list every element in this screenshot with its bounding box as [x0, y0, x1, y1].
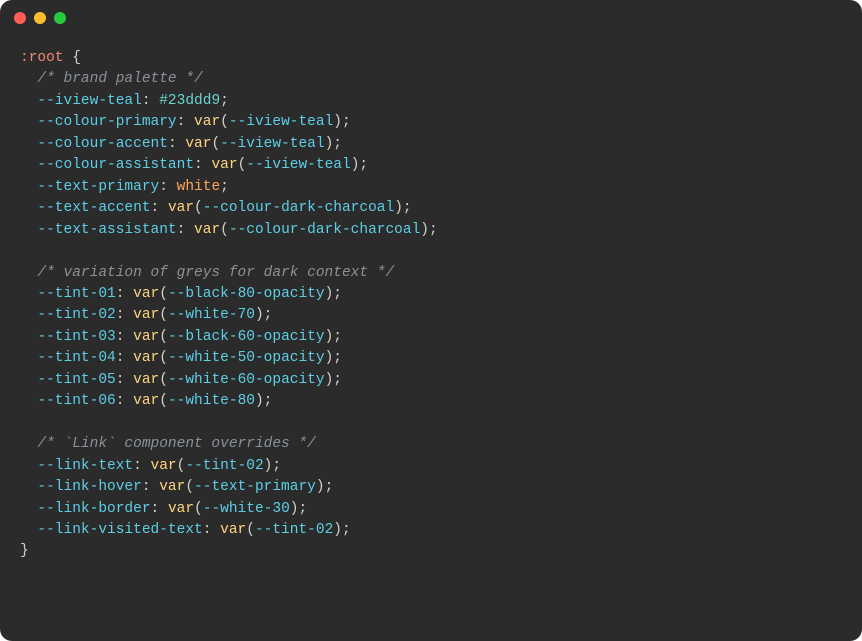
- var-ref-token: --white-60-opacity: [168, 372, 325, 388]
- var-function-token: var: [133, 286, 159, 302]
- var-ref-token: --black-60-opacity: [168, 329, 325, 345]
- declaration-line: --colour-primary: var(--iview-teal);: [20, 112, 842, 133]
- declaration-line: --tint-02: var(--white-70);: [20, 305, 842, 326]
- declaration-line: --tint-01: var(--black-80-opacity);: [20, 284, 842, 305]
- var-function-token: var: [133, 329, 159, 345]
- var-function-token: var: [194, 114, 220, 130]
- blank-line: [20, 241, 842, 262]
- property-token: --iview-teal: [37, 93, 141, 109]
- var-function-token: var: [168, 200, 194, 216]
- comment-token: /* variation of greys for dark context *…: [37, 265, 394, 281]
- declaration-line: --link-hover: var(--text-primary);: [20, 477, 842, 498]
- comment-line: /* `Link` component overrides */: [20, 434, 842, 455]
- declaration-line: --tint-06: var(--white-80);: [20, 391, 842, 412]
- comment-token: /* brand palette */: [37, 71, 202, 87]
- var-ref-token: --colour-dark-charcoal: [203, 200, 394, 216]
- var-function-token: var: [185, 136, 211, 152]
- declaration-line: --text-primary: white;: [20, 177, 842, 198]
- declaration-line: --text-accent: var(--colour-dark-charcoa…: [20, 198, 842, 219]
- property-token: --text-accent: [37, 200, 150, 216]
- var-function-token: var: [159, 479, 185, 495]
- property-token: --link-visited-text: [37, 522, 202, 538]
- var-function-token: var: [133, 350, 159, 366]
- var-function-token: var: [133, 372, 159, 388]
- declaration-line: --link-border: var(--white-30);: [20, 499, 842, 520]
- property-token: --colour-assistant: [37, 157, 194, 173]
- property-token: --tint-02: [37, 307, 115, 323]
- property-token: --tint-05: [37, 372, 115, 388]
- var-function-token: var: [211, 157, 237, 173]
- hex-value-token: #23ddd9: [159, 93, 220, 109]
- close-icon[interactable]: [14, 12, 26, 24]
- declaration-line: --iview-teal: #23ddd9;: [20, 91, 842, 112]
- var-ref-token: --white-80: [168, 393, 255, 409]
- var-ref-token: --white-30: [203, 501, 290, 517]
- var-function-token: var: [194, 222, 220, 238]
- var-ref-token: --text-primary: [194, 479, 316, 495]
- var-ref-token: --iview-teal: [246, 157, 350, 173]
- maximize-icon[interactable]: [54, 12, 66, 24]
- property-token: --tint-04: [37, 350, 115, 366]
- keyword-value-token: white: [177, 179, 221, 195]
- comment-line: /* brand palette */: [20, 69, 842, 90]
- property-token: --text-assistant: [37, 222, 176, 238]
- declaration-line: --tint-04: var(--white-50-opacity);: [20, 348, 842, 369]
- var-function-token: var: [151, 458, 177, 474]
- declaration-line: --tint-03: var(--black-60-opacity);: [20, 327, 842, 348]
- code-line: }: [20, 541, 842, 562]
- var-ref-token: --colour-dark-charcoal: [229, 222, 420, 238]
- code-window: :root { /* brand palette */ --iview-teal…: [0, 0, 862, 641]
- comment-token: /* `Link` component overrides */: [37, 436, 315, 452]
- declaration-line: --text-assistant: var(--colour-dark-char…: [20, 220, 842, 241]
- property-token: --colour-accent: [37, 136, 168, 152]
- var-function-token: var: [133, 307, 159, 323]
- property-token: --link-text: [37, 458, 133, 474]
- var-ref-token: --tint-02: [185, 458, 263, 474]
- property-token: --text-primary: [37, 179, 159, 195]
- var-ref-token: --iview-teal: [229, 114, 333, 130]
- property-token: --tint-06: [37, 393, 115, 409]
- blank-line: [20, 413, 842, 434]
- declaration-line: --link-visited-text: var(--tint-02);: [20, 520, 842, 541]
- code-block: :root { /* brand palette */ --iview-teal…: [0, 36, 862, 583]
- var-ref-token: --white-70: [168, 307, 255, 323]
- var-ref-token: --white-50-opacity: [168, 350, 325, 366]
- var-function-token: var: [133, 393, 159, 409]
- property-token: --tint-01: [37, 286, 115, 302]
- comment-line: /* variation of greys for dark context *…: [20, 263, 842, 284]
- var-ref-token: --iview-teal: [220, 136, 324, 152]
- var-function-token: var: [168, 501, 194, 517]
- var-ref-token: --tint-02: [255, 522, 333, 538]
- property-token: --tint-03: [37, 329, 115, 345]
- selector-token: :root: [20, 50, 64, 66]
- var-ref-token: --black-80-opacity: [168, 286, 325, 302]
- declaration-line: --link-text: var(--tint-02);: [20, 456, 842, 477]
- property-token: --link-hover: [37, 479, 141, 495]
- declaration-line: --colour-assistant: var(--iview-teal);: [20, 155, 842, 176]
- declaration-line: --colour-accent: var(--iview-teal);: [20, 134, 842, 155]
- var-function-token: var: [220, 522, 246, 538]
- property-token: --link-border: [37, 501, 150, 517]
- window-titlebar: [0, 0, 862, 36]
- declaration-line: --tint-05: var(--white-60-opacity);: [20, 370, 842, 391]
- minimize-icon[interactable]: [34, 12, 46, 24]
- code-line: :root {: [20, 48, 842, 69]
- property-token: --colour-primary: [37, 114, 176, 130]
